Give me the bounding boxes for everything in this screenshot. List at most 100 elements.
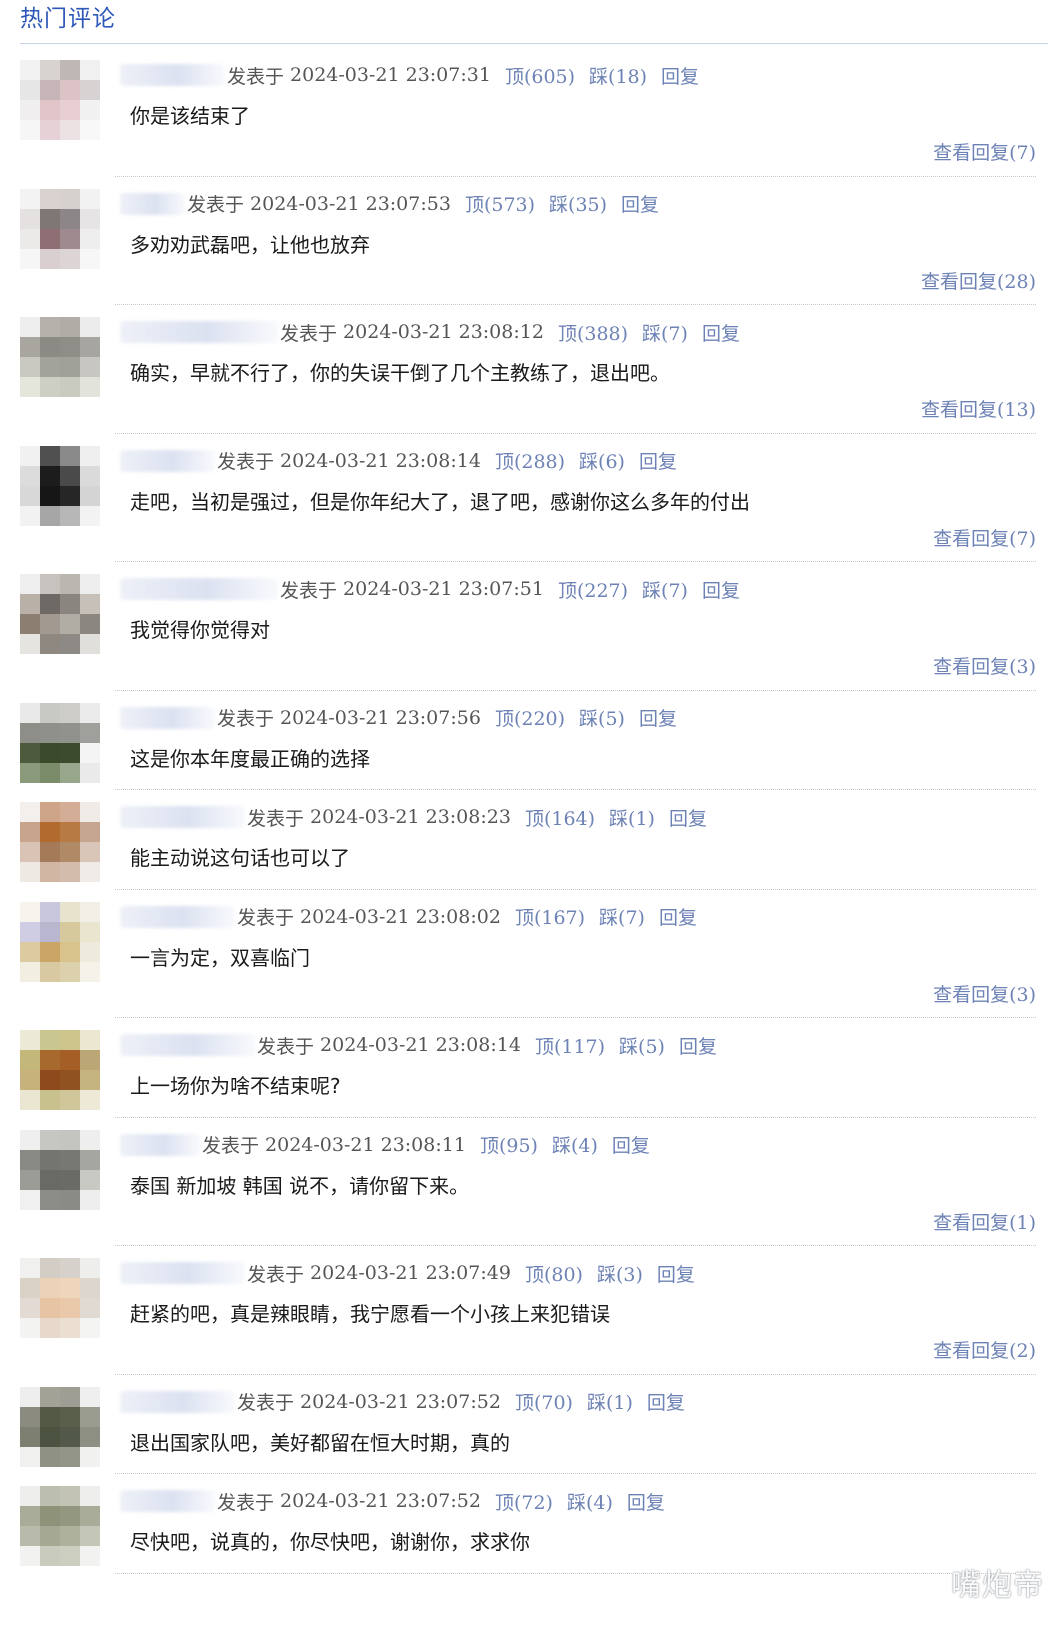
reply-link[interactable]: 回复 bbox=[639, 447, 677, 474]
view-replies-link[interactable]: 查看回复(2) bbox=[933, 1336, 1036, 1363]
avatar-pixel bbox=[20, 941, 40, 962]
reply-link[interactable]: 回复 bbox=[621, 190, 659, 217]
reply-link[interactable]: 回复 bbox=[639, 704, 677, 731]
avatar-pixel bbox=[20, 1486, 40, 1506]
view-replies-link[interactable]: 查看回复(3) bbox=[933, 980, 1036, 1007]
avatar[interactable] bbox=[20, 1258, 100, 1338]
reply-link[interactable]: 回复 bbox=[657, 1260, 695, 1287]
avatar[interactable] bbox=[20, 1030, 100, 1110]
username-blurred[interactable] bbox=[120, 1262, 245, 1284]
reply-link[interactable]: 回复 bbox=[702, 576, 740, 603]
reply-link[interactable]: 回复 bbox=[669, 804, 707, 831]
avatar[interactable] bbox=[20, 1486, 100, 1566]
username-blurred[interactable] bbox=[120, 1490, 215, 1512]
upvote-link[interactable]: 顶(95) bbox=[480, 1131, 538, 1158]
downvote-link[interactable]: 踩(18) bbox=[589, 62, 647, 89]
username-blurred[interactable] bbox=[120, 1390, 235, 1413]
downvote-link[interactable]: 踩(7) bbox=[599, 903, 645, 930]
reply-link[interactable]: 回复 bbox=[679, 1032, 717, 1059]
reply-link[interactable]: 回复 bbox=[659, 903, 697, 930]
avatar-pixel bbox=[80, 1446, 100, 1467]
posted-label: 发表于 bbox=[187, 194, 245, 216]
reply-link[interactable]: 回复 bbox=[661, 62, 699, 89]
avatar[interactable] bbox=[20, 317, 100, 397]
view-replies-link[interactable]: 查看回复(1) bbox=[933, 1208, 1036, 1235]
upvote-link[interactable]: 顶(72) bbox=[495, 1488, 553, 1515]
avatar[interactable] bbox=[20, 1129, 100, 1210]
view-replies-link[interactable]: 查看回复(7) bbox=[933, 524, 1036, 551]
downvote-link[interactable]: 踩(3) bbox=[597, 1260, 643, 1287]
upvote-link[interactable]: 顶(388) bbox=[558, 319, 628, 346]
downvote-link[interactable]: 踩(4) bbox=[567, 1488, 613, 1515]
username-blurred[interactable] bbox=[120, 706, 215, 729]
view-replies-link[interactable]: 查看回复(7) bbox=[933, 138, 1036, 165]
upvote-link[interactable]: 顶(288) bbox=[495, 447, 565, 474]
username-blurred[interactable] bbox=[120, 64, 225, 86]
timestamp: 2024-03-21 23:07:49 bbox=[310, 1262, 511, 1284]
posted-label: 发表于 bbox=[237, 907, 295, 929]
downvote-link[interactable]: 踩(35) bbox=[549, 190, 607, 217]
avatar-pixel bbox=[60, 1318, 80, 1338]
username-blurred[interactable] bbox=[120, 449, 215, 472]
timestamp: 2024-03-21 23:08:02 bbox=[300, 905, 501, 928]
upvote-link[interactable]: 顶(80) bbox=[525, 1260, 583, 1287]
upvote-link[interactable]: 顶(220) bbox=[495, 704, 565, 731]
view-replies-link[interactable]: 查看回复(3) bbox=[933, 652, 1036, 679]
avatar-pixel bbox=[40, 901, 60, 922]
avatar-pixel bbox=[20, 505, 40, 526]
avatar[interactable] bbox=[20, 188, 100, 269]
upvote-link[interactable]: 顶(605) bbox=[505, 62, 575, 89]
upvote-link[interactable]: 顶(117) bbox=[535, 1032, 605, 1059]
upvote-link[interactable]: 顶(573) bbox=[465, 190, 535, 217]
username-blurred[interactable] bbox=[120, 192, 185, 215]
downvote-link[interactable]: 踩(7) bbox=[642, 576, 688, 603]
avatar-pixel bbox=[20, 1189, 40, 1210]
avatar-pixel bbox=[80, 722, 100, 743]
avatar-pixel bbox=[40, 228, 60, 249]
avatar-pixel bbox=[60, 1546, 80, 1566]
avatar[interactable] bbox=[20, 445, 100, 526]
downvote-link[interactable]: 踩(4) bbox=[552, 1131, 598, 1158]
upvote-link[interactable]: 顶(167) bbox=[515, 903, 585, 930]
avatar-pixel bbox=[80, 961, 100, 982]
reply-link[interactable]: 回复 bbox=[647, 1388, 685, 1415]
avatar-pixel bbox=[40, 594, 60, 614]
avatar[interactable] bbox=[20, 802, 100, 882]
avatar-pixel bbox=[60, 1090, 80, 1110]
username-blurred[interactable] bbox=[120, 806, 245, 828]
downvote-link[interactable]: 踩(5) bbox=[579, 704, 625, 731]
view-replies-link[interactable]: 查看回复(28) bbox=[921, 267, 1036, 294]
upvote-link[interactable]: 顶(70) bbox=[515, 1388, 573, 1415]
username-blurred[interactable] bbox=[120, 1034, 255, 1056]
avatar[interactable] bbox=[20, 901, 100, 982]
avatar-pixel bbox=[80, 505, 100, 526]
username-blurred[interactable] bbox=[120, 321, 278, 343]
avatar-pixel bbox=[40, 842, 60, 862]
avatar-pixel bbox=[60, 574, 80, 594]
avatar-pixel bbox=[20, 1526, 40, 1546]
view-replies-link[interactable]: 查看回复(13) bbox=[921, 395, 1036, 422]
avatar[interactable] bbox=[20, 702, 100, 783]
upvote-link[interactable]: 顶(164) bbox=[525, 804, 595, 831]
reply-link[interactable]: 回复 bbox=[627, 1488, 665, 1515]
avatar-pixel bbox=[40, 702, 60, 723]
username-blurred[interactable] bbox=[120, 578, 278, 600]
avatar[interactable] bbox=[20, 1386, 100, 1467]
downvote-link[interactable]: 踩(1) bbox=[587, 1388, 633, 1415]
username-blurred[interactable] bbox=[120, 905, 235, 928]
avatar-pixel bbox=[80, 901, 100, 922]
comment-text: 赶紧的吧，真是辣眼睛，我宁愿看一个小孩上来犯错误 bbox=[130, 1302, 610, 1326]
avatar[interactable] bbox=[20, 60, 100, 140]
avatar-pixel bbox=[20, 614, 40, 634]
downvote-link[interactable]: 踩(1) bbox=[609, 804, 655, 831]
reply-link[interactable]: 回复 bbox=[702, 319, 740, 346]
avatar-pixel bbox=[80, 120, 100, 140]
downvote-link[interactable]: 踩(5) bbox=[619, 1032, 665, 1059]
avatar[interactable] bbox=[20, 574, 100, 654]
downvote-link[interactable]: 踩(6) bbox=[579, 447, 625, 474]
reply-link[interactable]: 回复 bbox=[612, 1131, 650, 1158]
avatar-pixel bbox=[60, 505, 80, 526]
downvote-link[interactable]: 踩(7) bbox=[642, 319, 688, 346]
upvote-link[interactable]: 顶(227) bbox=[558, 576, 628, 603]
username-blurred[interactable] bbox=[120, 1133, 200, 1156]
